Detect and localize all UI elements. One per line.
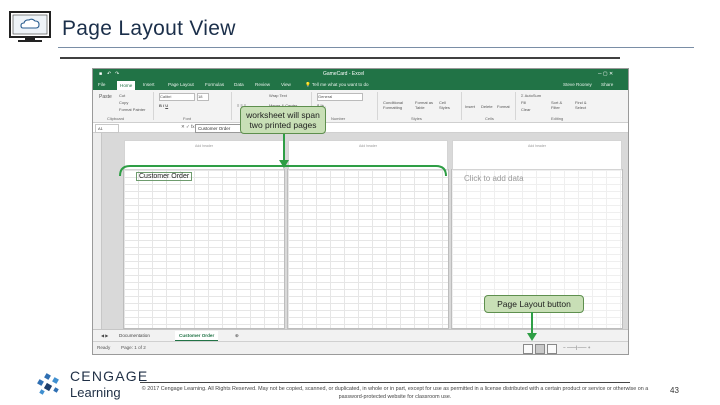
status-bar: Ready Page: 1 of 2 − ——|—— + — [93, 341, 628, 354]
redo-icon[interactable]: ↷ — [115, 71, 119, 77]
span-arrow-line — [283, 134, 285, 162]
page-indicator: Page: 1 of 2 — [121, 345, 146, 350]
status-text: Ready — [97, 345, 111, 350]
ribbon-separator — [377, 92, 378, 120]
ribbon-separator — [231, 92, 232, 120]
group-styles: Styles — [411, 116, 422, 121]
tab-formulas[interactable]: Formulas — [205, 82, 224, 87]
slide-number: 43 — [670, 386, 679, 395]
group-clipboard: Clipboard — [107, 116, 125, 121]
page-grid — [288, 170, 448, 328]
name-box[interactable]: A1 — [95, 124, 119, 133]
title-divider-accent — [60, 57, 620, 59]
normal-view-button[interactable] — [523, 344, 533, 354]
fx-icon: ✕ ✓ fx — [181, 124, 195, 129]
group-number: Number — [331, 116, 346, 121]
sheet-tab-documentation[interactable]: Documentation — [115, 331, 154, 340]
font-name-select[interactable]: Calibri — [159, 93, 195, 101]
tab-scroll-arrows[interactable]: ◀ ▶ — [97, 331, 112, 340]
brand-top: CENGAGE — [70, 368, 149, 384]
new-sheet-button[interactable]: ⊕ — [231, 331, 243, 340]
tab-data[interactable]: Data — [234, 82, 244, 87]
printed-page-1[interactable]: Add header Customer Order — [123, 140, 285, 329]
window-title: GameCard - Excel — [323, 71, 365, 77]
tab-review[interactable]: Review — [255, 82, 270, 87]
cengage-logo: CENGAGE Learning — [36, 368, 149, 402]
group-font: Font — [183, 116, 192, 121]
format-cells-button[interactable]: Format — [497, 104, 510, 109]
tab-home[interactable]: Home — [117, 81, 136, 90]
header-label-3: Add header — [527, 144, 547, 148]
button-arrow-line — [531, 312, 533, 334]
copyright-notice: © 2017 Cengage Learning. All Rights Rese… — [141, 386, 649, 400]
find-select-button[interactable]: Find & Select — [575, 100, 593, 110]
row-headers — [93, 133, 102, 329]
insert-cells-button[interactable]: Insert — [465, 104, 475, 109]
monitor-cloud-icon — [9, 11, 51, 42]
header-label-1: Add header — [194, 144, 214, 148]
delete-cells-button[interactable]: Delete — [481, 104, 493, 109]
span-callout: worksheet will span two printed pages — [240, 106, 326, 134]
cengage-mark-icon — [37, 373, 59, 395]
save-icon[interactable]: ■ — [99, 71, 102, 77]
font-size-select[interactable]: 18 — [197, 93, 209, 101]
autosum-button[interactable]: Σ AutoSum — [521, 93, 541, 98]
cut-button[interactable]: Cut — [119, 93, 125, 98]
ribbon-separator — [461, 92, 462, 120]
brand-bottom: Learning — [70, 385, 121, 400]
tab-file[interactable]: File — [98, 82, 105, 87]
cell-styles-button[interactable]: Cell Styles — [439, 100, 457, 110]
bold-button[interactable]: B I U — [159, 103, 168, 108]
tell-me-box[interactable]: 💡 Tell me what you want to do — [305, 82, 369, 88]
undo-icon[interactable]: ↶ — [107, 71, 111, 77]
window-controls[interactable]: ─ ▢ ✕ — [598, 71, 613, 77]
bracket-icon — [119, 165, 447, 177]
printed-page-2[interactable]: Add header — [287, 140, 449, 329]
footer-divider — [140, 382, 630, 383]
clear-button[interactable]: Clear — [521, 107, 531, 112]
header-label-2: Add header — [358, 144, 378, 148]
zoom-slider[interactable]: − ——|—— + — [563, 345, 591, 350]
sort-filter-button[interactable]: Sort & Filter — [551, 100, 569, 110]
ribbon: Paste Cut Copy Format Painter Clipboard … — [93, 90, 628, 123]
ribbon-separator — [153, 92, 154, 120]
paste-button[interactable]: Paste — [99, 94, 112, 100]
user-name[interactable]: Steve Rooney — [563, 82, 592, 87]
group-editing: Editing — [551, 116, 564, 121]
conditional-formatting-button[interactable]: Conditional Formatting — [383, 100, 413, 110]
ribbon-separator — [515, 92, 516, 120]
fill-button[interactable]: Fill — [521, 100, 526, 105]
tab-insert[interactable]: Insert — [143, 82, 155, 87]
share-button[interactable]: Share — [601, 82, 613, 87]
click-to-add-data[interactable]: Click to add data — [464, 174, 524, 183]
format-as-table-button[interactable]: Format as Table — [415, 100, 437, 110]
formula-bar: A1 ✕ ✓ fx Customer Order — [93, 123, 628, 133]
format-painter-button[interactable]: Format Painter — [119, 107, 145, 112]
tab-view[interactable]: View — [281, 82, 291, 87]
number-format-select[interactable]: General — [317, 93, 363, 101]
ribbon-tabs: File Home Insert Page Layout Formulas Da… — [93, 80, 628, 90]
page-layout-view-button[interactable] — [535, 344, 545, 354]
group-cells: Cells — [485, 116, 494, 121]
page-layout-button-callout: Page Layout button — [484, 295, 584, 313]
page-grid — [124, 170, 284, 328]
tab-page-layout[interactable]: Page Layout — [168, 82, 194, 87]
copy-button[interactable]: Copy — [119, 100, 128, 105]
title-bar: ■ ↶ ↷ GameCard - Excel ─ ▢ ✕ — [93, 69, 628, 80]
title-divider — [58, 47, 694, 48]
arrow-down-icon — [527, 333, 537, 341]
wrap-text-button[interactable]: Wrap Text — [269, 93, 287, 98]
slide-title: Page Layout View — [62, 17, 236, 40]
page-break-preview-button[interactable] — [547, 344, 557, 354]
